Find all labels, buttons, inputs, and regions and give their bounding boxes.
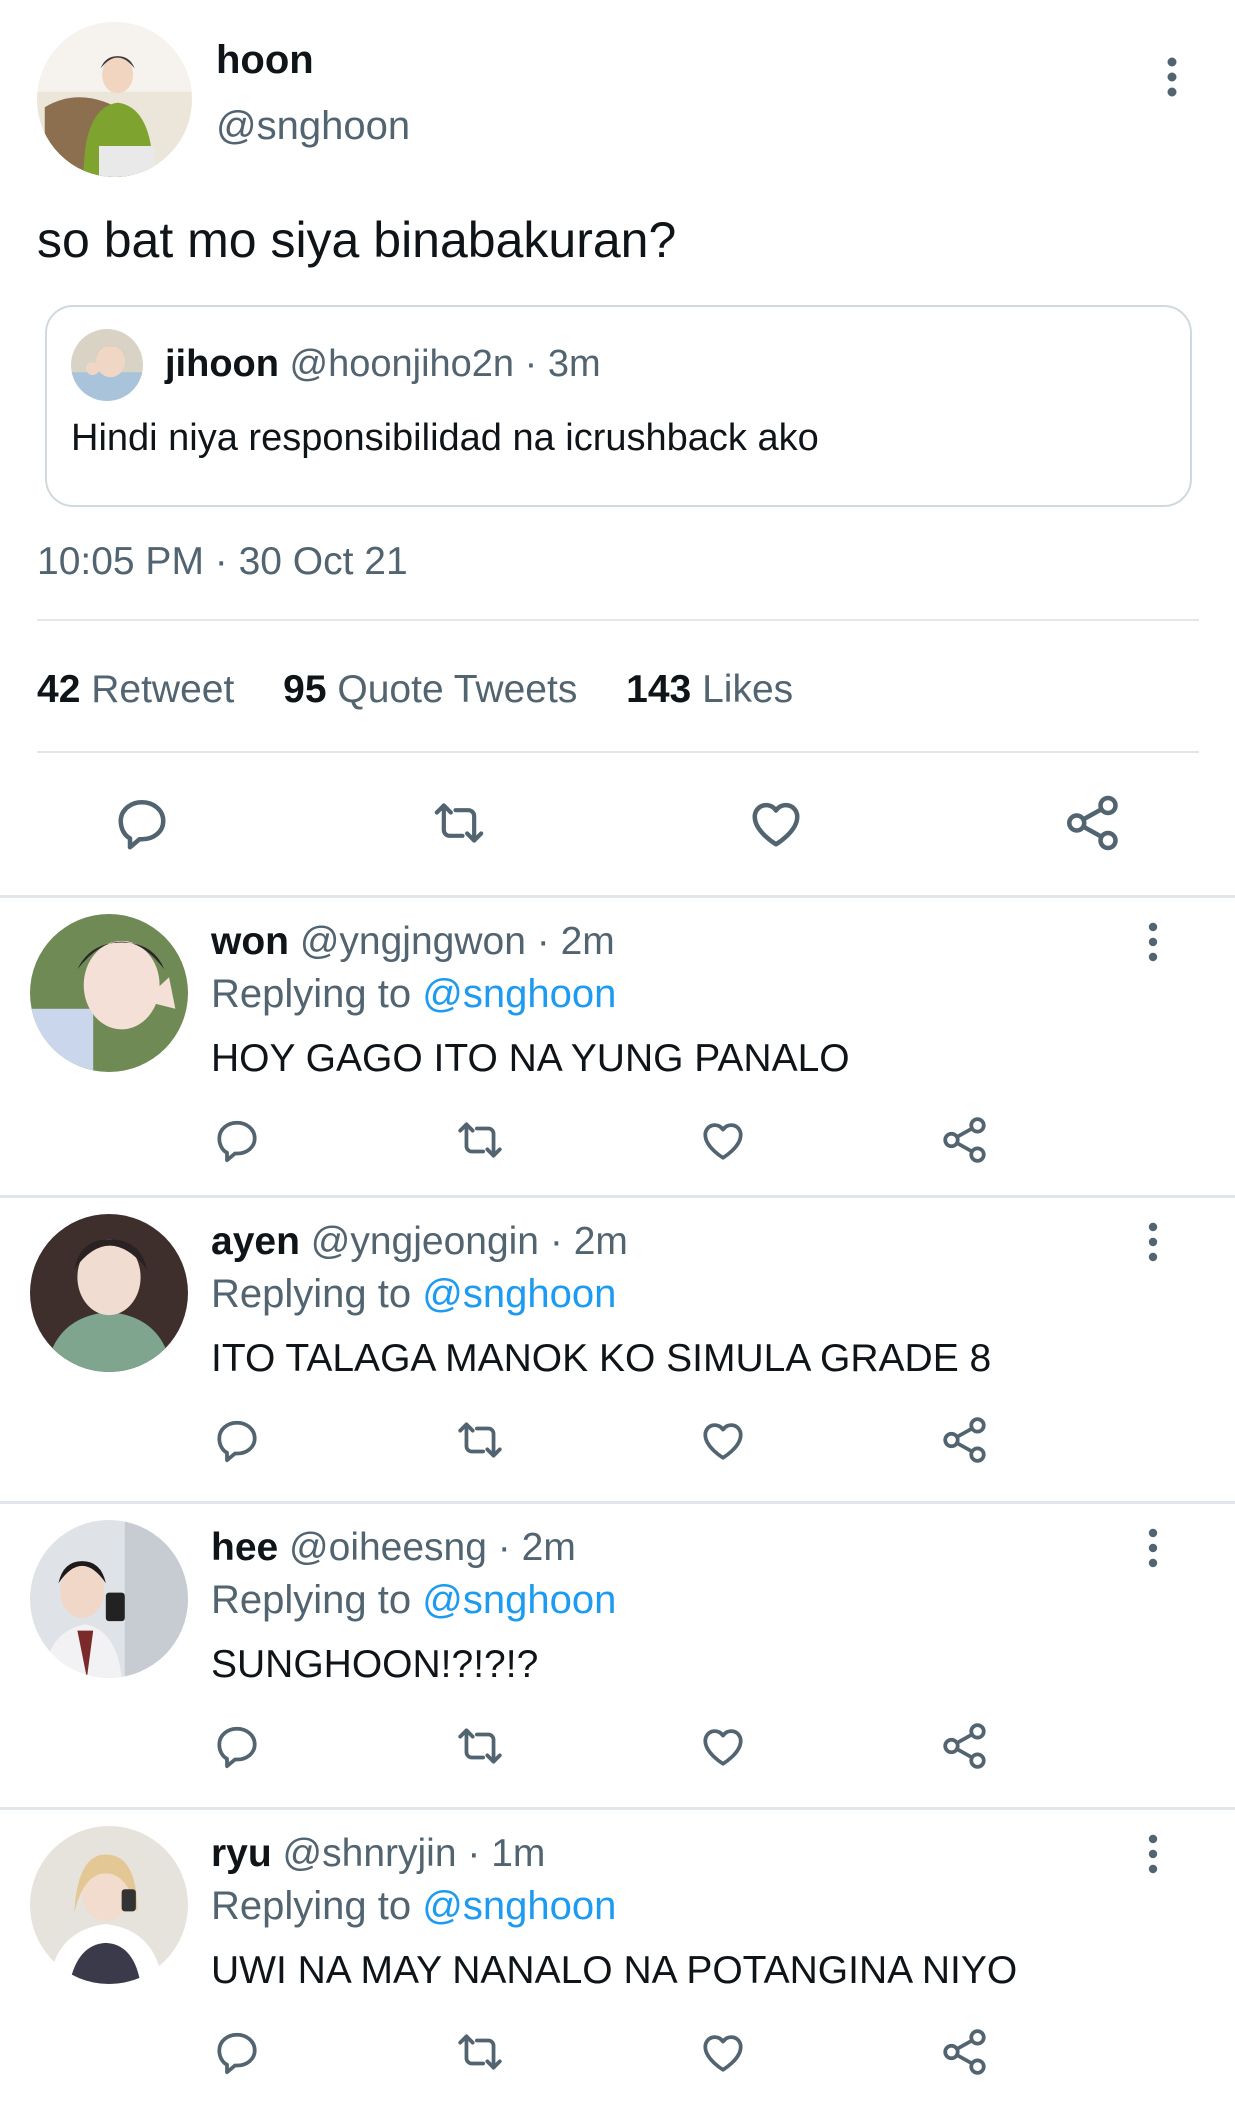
replying-to: Replying to @snghoon	[211, 972, 616, 1017]
reply-icon[interactable]	[212, 1415, 262, 1465]
reply-tweet[interactable]: hee @oiheesng · 2m Replying to @snghoon …	[0, 1501, 1235, 1806]
share-icon[interactable]	[940, 2027, 990, 2077]
avatar-photo	[30, 1214, 188, 1372]
more-options-icon[interactable]	[1138, 920, 1168, 964]
reply-author-handle[interactable]: @yngjngwon	[300, 920, 526, 963]
author-name[interactable]: hoon	[216, 38, 314, 83]
mention-link[interactable]: @snghoon	[422, 972, 616, 1016]
like-count[interactable]: 143	[626, 668, 691, 711]
avatar[interactable]	[30, 1520, 188, 1678]
separator-dot: ·	[536, 920, 550, 963]
divider	[37, 619, 1199, 621]
reply-text: SUNGHOON!?!?!?	[211, 1643, 539, 1686]
like-icon[interactable]	[698, 1415, 748, 1465]
divider	[37, 751, 1199, 753]
retweet-icon[interactable]	[452, 1115, 508, 1165]
reply-author-handle[interactable]: @shnryjin	[283, 1832, 457, 1875]
retweet-icon[interactable]	[425, 795, 493, 851]
quoted-tweet-header: jihoon @hoonjiho2n · 3m	[165, 343, 601, 386]
quote-label[interactable]: Quote Tweets	[337, 668, 577, 711]
avatar-photo	[71, 329, 143, 401]
reply-time[interactable]: 2m	[574, 1220, 628, 1263]
retweet-count[interactable]: 42	[37, 668, 80, 711]
reply-text: HOY GAGO ITO NA YUNG PANALO	[211, 1037, 850, 1080]
share-icon[interactable]	[940, 1721, 990, 1771]
quote-count[interactable]: 95	[283, 668, 326, 711]
separator-dot: ·	[524, 343, 538, 385]
more-options-icon[interactable]	[1138, 1832, 1168, 1876]
avatar-photo	[30, 914, 188, 1072]
share-icon[interactable]	[940, 1115, 990, 1165]
reply-icon[interactable]	[212, 1721, 262, 1771]
tweet-text: so bat mo siya binabakuran?	[37, 212, 677, 268]
reply-icon[interactable]	[112, 793, 172, 853]
author-handle[interactable]: @snghoon	[216, 104, 410, 149]
separator-dot: ·	[549, 1220, 563, 1263]
replying-prefix: Replying to	[211, 1272, 412, 1316]
reply-text: ITO TALAGA MANOK KO SIMULA GRADE 8	[211, 1337, 992, 1380]
replying-prefix: Replying to	[211, 972, 412, 1016]
retweet-label[interactable]: Retweet	[91, 668, 234, 711]
reply-author-handle[interactable]: @yngjeongin	[311, 1220, 539, 1263]
avatar-photo	[37, 22, 192, 177]
share-icon[interactable]	[940, 1415, 990, 1465]
replying-to: Replying to @snghoon	[211, 1272, 616, 1317]
reply-author-name[interactable]: ayen	[211, 1220, 300, 1263]
share-icon[interactable]	[1063, 793, 1123, 853]
reply-tweet[interactable]: ryu @shnryjin · 1m Replying to @snghoon …	[0, 1807, 1235, 2112]
avatar[interactable]	[30, 1826, 188, 1984]
like-icon[interactable]	[698, 2027, 748, 2077]
tweet-timestamp[interactable]: 10:05 PM · 30 Oct 21	[37, 540, 408, 584]
avatar-photo	[30, 1826, 188, 1984]
avatar[interactable]	[37, 22, 192, 177]
like-icon[interactable]	[698, 1721, 748, 1771]
separator-dot: ·	[497, 1526, 511, 1569]
reply-tweet[interactable]: won @yngjngwon · 2m Replying to @snghoon…	[0, 895, 1235, 1200]
reply-tweet[interactable]: ayen @yngjeongin · 2m Replying to @sngho…	[0, 1195, 1235, 1500]
replying-prefix: Replying to	[211, 1578, 412, 1622]
mention-link[interactable]: @snghoon	[422, 1884, 616, 1928]
reply-header: hee @oiheesng · 2m	[211, 1526, 576, 1570]
reply-header: ayen @yngjeongin · 2m	[211, 1220, 628, 1264]
like-label[interactable]: Likes	[702, 668, 793, 711]
separator-dot: ·	[467, 1832, 481, 1875]
mention-link[interactable]: @snghoon	[422, 1272, 616, 1316]
more-options-icon[interactable]	[1138, 1526, 1168, 1570]
reply-time[interactable]: 2m	[522, 1526, 576, 1569]
reply-author-name[interactable]: won	[211, 920, 289, 963]
quoted-author-handle: @hoonjiho2n	[289, 343, 515, 385]
reply-author-name[interactable]: ryu	[211, 1832, 272, 1875]
quoted-tweet[interactable]: jihoon @hoonjiho2n · 3m Hindi niya respo…	[45, 305, 1192, 507]
quoted-author-name: jihoon	[165, 343, 279, 385]
quoted-time: 3m	[547, 343, 601, 385]
replying-to: Replying to @snghoon	[211, 1884, 616, 1929]
avatar-photo	[30, 1520, 188, 1678]
tweet-stats: 42 Retweet 95 Quote Tweets 143 Likes	[37, 668, 831, 712]
replying-to: Replying to @snghoon	[211, 1578, 616, 1623]
reply-time[interactable]: 2m	[561, 920, 615, 963]
retweet-icon[interactable]	[452, 1415, 508, 1465]
retweet-icon[interactable]	[452, 2027, 508, 2077]
reply-text: UWI NA MAY NANALO NA POTANGINA NIYO	[211, 1949, 1018, 1992]
avatar[interactable]	[30, 1214, 188, 1372]
avatar[interactable]	[30, 914, 188, 1072]
replying-prefix: Replying to	[211, 1884, 412, 1928]
more-options-icon[interactable]	[1138, 1220, 1168, 1264]
avatar	[71, 329, 143, 401]
reply-icon[interactable]	[212, 1115, 262, 1165]
reply-header: ryu @shnryjin · 1m	[211, 1832, 545, 1876]
like-icon[interactable]	[745, 793, 807, 853]
quoted-tweet-text: Hindi niya responsibilidad na icrushback…	[71, 417, 819, 459]
like-icon[interactable]	[698, 1115, 748, 1165]
reply-header: won @yngjngwon · 2m	[211, 920, 615, 964]
more-options-icon[interactable]	[1155, 54, 1189, 100]
reply-time[interactable]: 1m	[491, 1832, 545, 1875]
mention-link[interactable]: @snghoon	[422, 1578, 616, 1622]
reply-author-name[interactable]: hee	[211, 1526, 278, 1569]
reply-author-handle[interactable]: @oiheesng	[289, 1526, 487, 1569]
retweet-icon[interactable]	[452, 1721, 508, 1771]
reply-icon[interactable]	[212, 2027, 262, 2077]
